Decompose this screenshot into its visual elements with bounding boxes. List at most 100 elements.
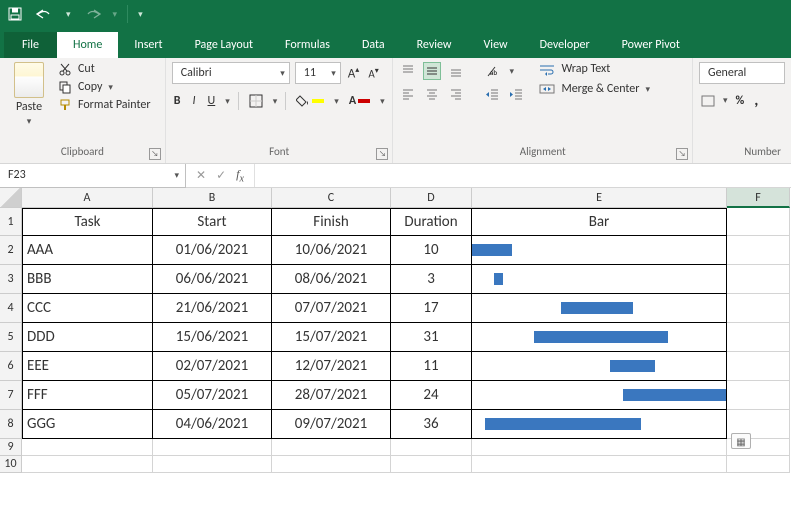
cell-B6[interactable]: 02/07/2021 [153,352,272,381]
name-box[interactable]: F23 ▾ [0,164,186,188]
accounting-dropdown[interactable]: ▾ [723,95,728,106]
cell-E6[interactable] [472,352,727,381]
cell-B5[interactable]: 15/06/2021 [153,323,272,352]
percent-icon[interactable]: % [734,93,747,109]
cell-E7[interactable] [472,381,727,410]
row-header-7[interactable]: 7 [0,381,22,410]
col-header-D[interactable]: D [391,188,472,208]
comma-icon[interactable]: , [752,90,760,111]
col-header-F[interactable]: F [727,188,790,208]
cell-A3[interactable]: BBB [22,265,153,294]
cell-A2[interactable]: AAA [22,236,153,265]
enter-formula-icon[interactable]: ✓ [216,168,226,183]
cell-C6[interactable]: 12/07/2021 [272,352,391,381]
cell-A6[interactable]: EEE [22,352,153,381]
cell-A9[interactable] [22,439,153,456]
fill-color-dropdown[interactable]: ▾ [334,96,339,107]
cell-D5[interactable]: 31 [391,323,472,352]
cell-D9[interactable] [391,439,472,456]
orientation-dropdown[interactable]: ▾ [509,66,514,77]
cell-C3[interactable]: 08/06/2021 [272,265,391,294]
underline-icon[interactable]: U [206,93,218,109]
merge-center-button[interactable]: Merge & Center ▾ [539,82,650,96]
bold-icon[interactable]: B [172,93,183,109]
fx-icon[interactable]: fx [236,167,244,184]
cell-C8[interactable]: 09/07/2021 [272,410,391,439]
tab-developer[interactable]: Developer [524,32,606,58]
cell-C5[interactable]: 15/07/2021 [272,323,391,352]
redo-dropdown[interactable]: ▾ [113,9,118,20]
underline-dropdown[interactable]: ▾ [225,96,230,107]
align-left-icon[interactable] [399,86,417,102]
cell-F10[interactable] [727,456,790,473]
cell-A5[interactable]: DDD [22,323,153,352]
cell-B9[interactable] [153,439,272,456]
quick-analysis-icon[interactable]: ▦ [731,433,751,449]
row-header-8[interactable]: 8 [0,410,22,439]
cancel-formula-icon[interactable]: ✕ [196,168,206,183]
cell-E1[interactable]: Bar [472,208,727,236]
font-launcher[interactable]: ↘ [376,148,388,160]
cell-A8[interactable]: GGG [22,410,153,439]
cell-B3[interactable]: 06/06/2021 [153,265,272,294]
cell-C1[interactable]: Finish [272,208,391,236]
copy-dropdown[interactable]: ▾ [108,82,113,93]
fill-color-icon[interactable] [294,94,326,108]
cell-B4[interactable]: 21/06/2021 [153,294,272,323]
col-header-E[interactable]: E [472,188,727,208]
tab-data[interactable]: Data [346,32,401,58]
tab-review[interactable]: Review [401,32,468,58]
align-bottom-icon[interactable] [447,63,465,79]
cell-D6[interactable]: 11 [391,352,472,381]
cell-D7[interactable]: 24 [391,381,472,410]
col-header-B[interactable]: B [153,188,272,208]
qat-customize-dropdown[interactable]: ▾ [138,9,143,20]
row-header-6[interactable]: 6 [0,352,22,381]
undo-dropdown[interactable]: ▾ [66,9,71,20]
align-right-icon[interactable] [447,86,465,102]
cell-A10[interactable] [22,456,153,473]
tab-page-layout[interactable]: Page Layout [179,32,269,58]
cell-C7[interactable]: 28/07/2021 [272,381,391,410]
number-format-combo[interactable]: General [699,62,785,84]
select-all-corner[interactable] [0,188,22,208]
border-icon[interactable] [247,93,265,109]
cell-E9[interactable] [472,439,727,456]
accounting-format-icon[interactable] [699,93,717,109]
paste-button[interactable]: Paste [16,100,42,114]
alignment-launcher[interactable]: ↘ [676,148,688,160]
cell-D8[interactable]: 36 [391,410,472,439]
worksheet-grid[interactable]: ABCDEF 12345678910 TaskStartFinishDurati… [0,188,791,473]
cell-D1[interactable]: Duration [391,208,472,236]
cell-C4[interactable]: 07/07/2021 [272,294,391,323]
format-painter-button[interactable]: Format Painter [58,98,151,112]
col-header-A[interactable]: A [22,188,153,208]
decrease-indent-icon[interactable] [483,86,501,102]
cell-E8[interactable] [472,410,727,439]
cell-A4[interactable]: CCC [22,294,153,323]
cell-E2[interactable] [472,236,727,265]
paste-icon[interactable] [14,62,44,98]
cell-D3[interactable]: 3 [391,265,472,294]
cell-E3[interactable] [472,265,727,294]
wrap-text-button[interactable]: Wrap Text [539,62,650,76]
copy-button[interactable]: Copy ▾ [58,80,151,94]
row-header-5[interactable]: 5 [0,323,22,352]
cell-F4[interactable] [727,294,790,323]
font-color-icon[interactable]: A [347,93,372,109]
col-header-C[interactable]: C [272,188,391,208]
cell-A1[interactable]: Task [22,208,153,236]
cell-C9[interactable] [272,439,391,456]
cell-A7[interactable]: FFF [22,381,153,410]
row-header-4[interactable]: 4 [0,294,22,323]
decrease-font-icon[interactable]: A▾ [366,66,380,81]
clipboard-launcher[interactable]: ↘ [149,148,161,160]
cell-E5[interactable] [472,323,727,352]
redo-icon[interactable] [81,6,103,22]
tab-file[interactable]: File [4,32,57,58]
merge-dropdown[interactable]: ▾ [645,84,650,95]
undo-icon[interactable] [34,6,56,22]
tab-home[interactable]: Home [57,32,118,58]
cell-C10[interactable] [272,456,391,473]
tab-insert[interactable]: Insert [118,32,178,58]
